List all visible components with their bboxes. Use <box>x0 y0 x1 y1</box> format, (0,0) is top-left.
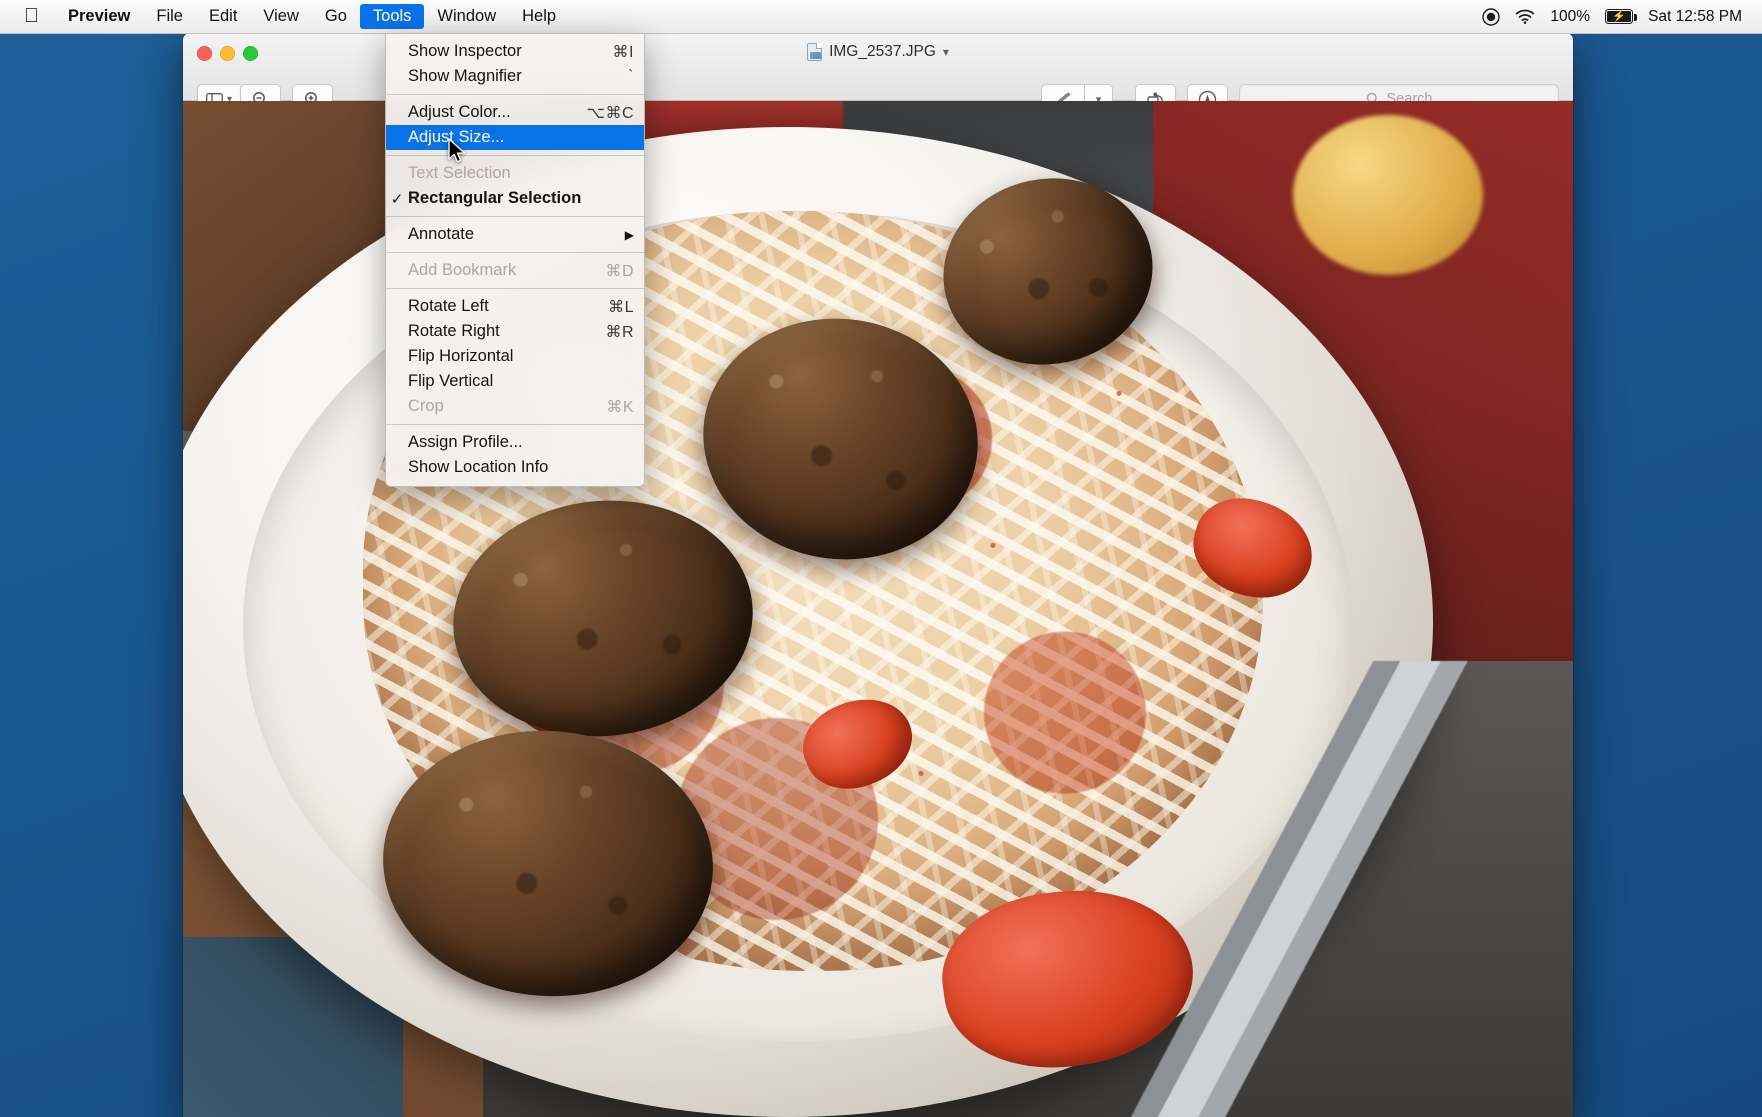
jpeg-document-icon <box>807 43 823 61</box>
menu-item-label: Adjust Size... <box>408 128 505 146</box>
menu-item-assign-profile[interactable]: Assign Profile... <box>386 430 644 455</box>
record-icon[interactable] <box>1482 7 1501 26</box>
menu-item-shortcut: ` <box>628 67 634 85</box>
menu-separator <box>386 94 644 95</box>
menu-item-label: Rectangular Selection <box>408 189 582 207</box>
menu-item-adjust-color[interactable]: Adjust Color... ⌥⌘C <box>386 100 644 125</box>
menubar-item-edit[interactable]: Edit <box>196 4 250 29</box>
close-button[interactable] <box>197 46 212 61</box>
zoom-button[interactable] <box>243 46 258 61</box>
photo-lemon <box>1293 115 1483 275</box>
menu-separator <box>386 155 644 156</box>
menubar-clock[interactable]: Sat 12:58 PM <box>1648 8 1742 26</box>
menu-separator <box>386 252 644 253</box>
chevron-down-icon[interactable]: ▾ <box>943 45 949 59</box>
menu-item-shortcut: ⌘K <box>606 398 634 416</box>
menu-item-show-magnifier[interactable]: Show Magnifier ` <box>386 64 644 89</box>
menubar-item-preview[interactable]: Preview <box>55 4 143 29</box>
menu-item-label: Rotate Right <box>408 322 500 340</box>
menu-item-shortcut: ⌘D <box>605 262 634 280</box>
menubar-item-file[interactable]: File <box>143 4 196 29</box>
menu-item-label: Text Selection <box>408 164 511 182</box>
menu-item-label: Annotate <box>408 225 475 243</box>
menu-separator <box>386 288 644 289</box>
menubar-item-go[interactable]: Go <box>312 4 360 29</box>
menu-item-label: Add Bookmark <box>408 261 517 279</box>
menu-item-label: Flip Horizontal <box>408 347 514 365</box>
menu-item-crop: Crop ⌘K <box>386 394 644 419</box>
menu-item-shortcut: ⌘R <box>605 323 634 341</box>
menu-item-adjust-size[interactable]: Adjust Size... <box>386 125 644 150</box>
menu-item-add-bookmark: Add Bookmark ⌘D <box>386 258 644 283</box>
menu-item-rotate-right[interactable]: Rotate Right ⌘R <box>386 319 644 344</box>
menu-item-text-selection: Text Selection <box>386 161 644 186</box>
menubar-status-area: 100% ⚡ Sat 12:58 PM <box>1482 8 1762 26</box>
traffic-light-group <box>183 33 258 61</box>
menubar-item-view[interactable]: View <box>250 4 311 29</box>
document-title-label: IMG_2537.JPG <box>829 43 936 60</box>
menu-item-label: Show Inspector <box>408 42 522 60</box>
menubar-item-window[interactable]: Window <box>424 4 509 29</box>
submenu-arrow-icon: ▶ <box>624 227 634 242</box>
menu-separator <box>386 424 644 425</box>
wifi-icon[interactable] <box>1515 9 1535 24</box>
macos-menubar:  Preview File Edit View Go Tools Window… <box>0 0 1762 34</box>
menu-item-shortcut: ⌘L <box>608 298 634 316</box>
menu-item-label: Adjust Color... <box>408 103 511 121</box>
menu-item-rectangular-selection[interactable]: ✓ Rectangular Selection <box>386 186 644 211</box>
menu-item-label: Show Location Info <box>408 458 549 476</box>
menu-item-annotate[interactable]: Annotate ▶ <box>386 222 644 247</box>
menu-item-label: Flip Vertical <box>408 372 494 390</box>
menu-item-show-location-info[interactable]: Show Location Info <box>386 455 644 480</box>
apple-logo-icon[interactable]:  <box>0 6 55 26</box>
menubar-item-tools[interactable]: Tools <box>359 4 425 29</box>
menubar-item-help[interactable]: Help <box>509 4 569 29</box>
menu-item-show-inspector[interactable]: Show Inspector ⌘I <box>386 39 644 64</box>
menu-item-label: Rotate Left <box>408 297 489 315</box>
menu-item-flip-horizontal[interactable]: Flip Horizontal <box>386 344 644 369</box>
battery-percent-label: 100% <box>1550 7 1591 25</box>
menu-item-label: Assign Profile... <box>408 433 523 451</box>
menu-separator <box>386 216 644 217</box>
menu-item-shortcut: ⌥⌘C <box>586 104 634 122</box>
minimize-button[interactable] <box>220 46 235 61</box>
menu-item-label: Show Magnifier <box>408 67 522 85</box>
photo-fork <box>1063 661 1493 1117</box>
checkmark-icon: ✓ <box>390 190 404 208</box>
tools-dropdown-menu[interactable]: Show Inspector ⌘I Show Magnifier ` Adjus… <box>385 33 645 487</box>
menu-item-shortcut: ⌘I <box>612 43 634 61</box>
menu-item-label: Crop <box>408 397 444 415</box>
menu-item-flip-vertical[interactable]: Flip Vertical <box>386 369 644 394</box>
menu-item-rotate-left[interactable]: Rotate Left ⌘L <box>386 294 644 319</box>
battery-charging-icon[interactable]: ⚡ <box>1605 9 1637 24</box>
